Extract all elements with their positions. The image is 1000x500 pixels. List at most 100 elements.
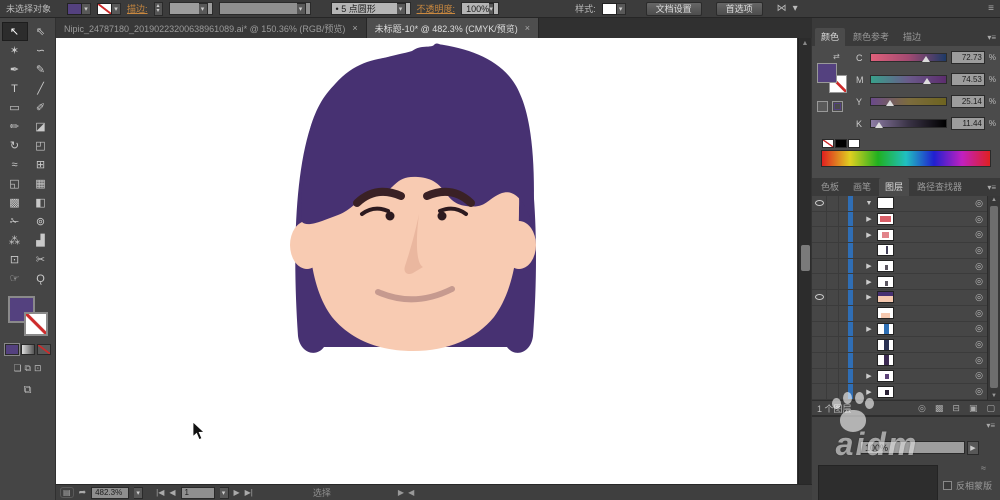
eraser-tool[interactable]: ◪ xyxy=(28,117,54,136)
layer-thumbnail[interactable] xyxy=(877,369,894,382)
stroke-weight-field[interactable]: ▾ xyxy=(168,2,213,15)
delete-layer-icon[interactable]: ▢ xyxy=(986,403,995,414)
target-icon[interactable]: ◎ xyxy=(975,308,983,319)
stroke-panel-link[interactable]: 描边: xyxy=(127,2,148,15)
new-sublayer-icon[interactable]: ⊟ xyxy=(952,403,960,414)
visibility-cell[interactable] xyxy=(812,368,827,384)
slider-thumb[interactable] xyxy=(921,56,930,62)
fill-dropdown-icon[interactable]: ▾ xyxy=(82,2,92,15)
artboard-number-field[interactable]: 1 xyxy=(180,486,215,499)
stroke-color-swatch[interactable] xyxy=(97,2,113,15)
lock-cell[interactable] xyxy=(827,305,839,321)
layer-row[interactable]: ▶ ◎ xyxy=(812,227,987,244)
lock-cell[interactable] xyxy=(827,227,839,243)
stroke-indicator-swatch[interactable] xyxy=(23,312,48,336)
color-spectrum-bar[interactable] xyxy=(821,150,991,167)
hand-tool[interactable]: ☞ xyxy=(2,269,28,288)
layer-row[interactable]: ▼ ◎ xyxy=(812,196,987,212)
blend-tool[interactable]: ⊚ xyxy=(28,212,54,231)
layer-thumbnail[interactable] xyxy=(877,244,894,257)
fill-color-swatch[interactable] xyxy=(67,2,83,15)
layers-scrollbar[interactable]: ▲ ▼ xyxy=(987,196,1000,400)
expander-icon[interactable]: ▶ xyxy=(863,231,875,239)
out-of-gamut-icon[interactable] xyxy=(817,101,828,112)
layer-thumbnail[interactable] xyxy=(877,322,894,335)
tab-layers[interactable]: 图层 xyxy=(879,178,910,196)
target-icon[interactable]: ◎ xyxy=(975,292,983,303)
layer-thumbnail[interactable] xyxy=(877,354,894,367)
layer-row[interactable]: ▶ ◎ xyxy=(812,211,987,228)
invert-mask-option[interactable]: 反相蒙版 xyxy=(942,479,992,492)
lasso-tool[interactable]: ∽ xyxy=(28,41,54,60)
rectangle-tool[interactable]: ▭ xyxy=(2,98,28,117)
visibility-cell[interactable] xyxy=(812,211,827,227)
stroke-dropdown-icon[interactable]: ▾ xyxy=(112,2,122,15)
in-web-color-icon[interactable] xyxy=(832,101,843,112)
pen-tool[interactable]: ✒ xyxy=(2,60,28,79)
visibility-cell[interactable] xyxy=(812,243,827,258)
lock-cell[interactable] xyxy=(827,368,839,384)
style-swatch[interactable] xyxy=(601,2,617,15)
layer-thumbnail[interactable] xyxy=(877,275,894,288)
tab-brushes[interactable]: 画笔 xyxy=(847,178,877,196)
next-artboard-icon[interactable]: ▶ xyxy=(234,488,240,497)
tab-stroke[interactable]: 描边 xyxy=(897,28,927,46)
scroll-up-icon[interactable]: ▲ xyxy=(799,40,811,47)
visibility-cell[interactable] xyxy=(812,384,827,399)
brush-preset-field[interactable]: • 5 点圆形 ▾ xyxy=(330,2,411,15)
close-icon[interactable]: × xyxy=(352,23,357,33)
opacity-apply-icon[interactable]: ▶ xyxy=(967,441,979,455)
symbol-sprayer-tool[interactable]: ⁂ xyxy=(2,231,28,250)
lock-cell[interactable] xyxy=(827,196,839,211)
layer-thumbnail[interactable] xyxy=(877,338,894,351)
color-panel-menu-icon[interactable]: ▾≡ xyxy=(987,33,996,42)
lock-cell[interactable] xyxy=(827,243,839,258)
align-dropdown-icon[interactable]: ▾ xyxy=(793,3,798,14)
fill-color-control[interactable]: ▾ xyxy=(67,2,92,15)
layer-row[interactable]: ◎ xyxy=(812,337,987,353)
brush-dropdown-icon[interactable]: ▾ xyxy=(396,2,406,15)
type-tool[interactable]: T xyxy=(2,79,28,98)
black-slider[interactable] xyxy=(869,119,948,128)
direct-selection-tool[interactable]: ⇖ xyxy=(28,22,54,41)
gradient-tool[interactable]: ◧ xyxy=(28,193,54,212)
prev-artboard-icon[interactable]: ◀ xyxy=(169,488,175,497)
layer-thumbnail[interactable] xyxy=(877,307,894,320)
expander-icon[interactable]: ▶ xyxy=(863,388,875,396)
lock-cell[interactable] xyxy=(827,337,839,352)
scale-tool[interactable]: ◰ xyxy=(28,136,54,155)
layer-row[interactable]: ▶ ◎ xyxy=(812,290,987,306)
target-icon[interactable]: ◎ xyxy=(975,198,983,209)
layer-row[interactable]: ▶ ◎ xyxy=(812,368,987,385)
document-tab-2[interactable]: 未标题-10* @ 482.3% (CMYK/预览) × xyxy=(366,18,540,38)
yellow-value-field[interactable]: 25.14 xyxy=(951,95,985,108)
expander-icon[interactable]: ▶ xyxy=(863,215,875,223)
slider-thumb[interactable] xyxy=(885,100,894,106)
tab-color-guide[interactable]: 颜色参考 xyxy=(847,28,895,46)
visibility-cell[interactable] xyxy=(812,305,827,321)
artboard-canvas[interactable] xyxy=(56,38,797,484)
target-icon[interactable]: ◎ xyxy=(975,323,983,334)
fill-stroke-mini[interactable] xyxy=(817,63,847,93)
visibility-cell[interactable] xyxy=(812,337,827,352)
layer-row[interactable]: ◎ xyxy=(812,243,987,259)
visibility-cell[interactable] xyxy=(812,227,827,243)
shape-builder-tool[interactable]: ◱ xyxy=(2,174,28,193)
draw-normal-icon[interactable]: ❏ xyxy=(13,363,21,374)
visibility-cell[interactable] xyxy=(812,290,827,305)
layer-thumbnail[interactable] xyxy=(877,260,894,273)
last-artboard-icon[interactable]: ▶| xyxy=(245,488,253,497)
scroll-up-icon[interactable]: ▲ xyxy=(988,197,1000,203)
first-artboard-icon[interactable]: |◀ xyxy=(156,488,164,497)
eyedropper-tool[interactable]: ✁ xyxy=(2,212,28,231)
cyan-slider[interactable] xyxy=(869,53,948,62)
target-icon[interactable]: ◎ xyxy=(975,386,983,397)
selection-tool[interactable]: ↖ xyxy=(1,22,28,41)
opacity-field[interactable]: 100% ▾ xyxy=(461,2,500,15)
width-profile-field[interactable]: ▾ xyxy=(218,2,311,15)
layer-thumbnail[interactable] xyxy=(877,213,894,226)
slider-thumb[interactable] xyxy=(922,78,931,84)
align-icon[interactable]: ⋈ xyxy=(777,3,787,14)
expander-icon[interactable]: ▶ xyxy=(863,293,875,301)
draw-behind-icon[interactable]: ⧉ xyxy=(25,363,31,374)
